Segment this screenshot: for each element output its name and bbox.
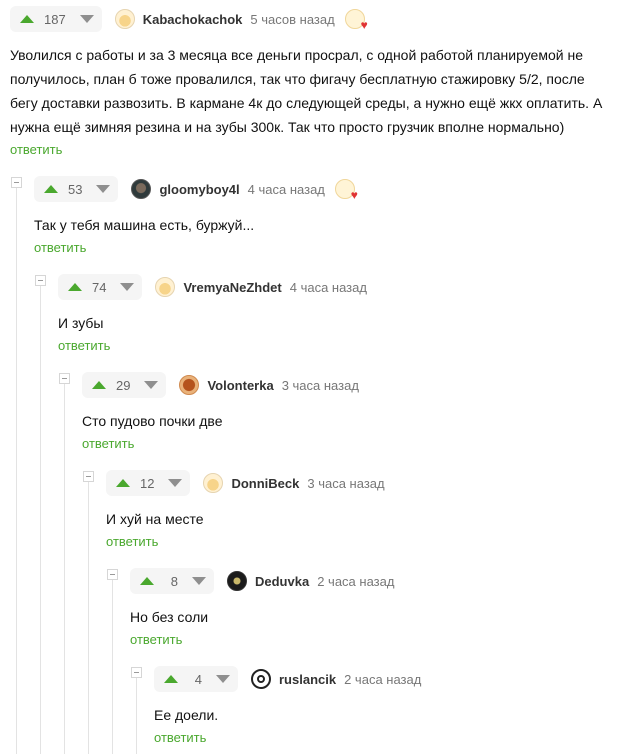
comment-text: Но без соли	[130, 609, 209, 625]
vote-widget: 12	[106, 470, 191, 496]
comment-text: Ее доели.	[154, 707, 219, 723]
comment-time[interactable]: 4 часа назад	[248, 182, 325, 197]
comment-header: 4 ruslancik 2 часа назад	[154, 666, 618, 692]
collapse-minus-icon[interactable]	[83, 471, 94, 482]
vote-widget: 29	[82, 372, 167, 398]
avatar[interactable]	[203, 473, 224, 493]
thread-line-2	[40, 286, 41, 754]
thread-line-1	[16, 188, 17, 754]
reply-link[interactable]: ответить	[10, 142, 62, 157]
comment-header: 8 Deduvka 2 часа назад	[130, 568, 618, 594]
vote-widget: 53	[34, 176, 119, 202]
avatar[interactable]	[179, 375, 200, 395]
arrow-down-icon[interactable]	[144, 381, 159, 389]
comment-text: И хуй на месте	[106, 511, 204, 527]
comment-text: Так у тебя машина есть, буржуй...	[34, 217, 255, 233]
comment-text: Уволился с работы и за 3 месяца все день…	[10, 47, 603, 135]
arrow-down-icon[interactable]	[120, 283, 135, 291]
reply-link[interactable]: ответить	[82, 436, 134, 451]
arrow-up-icon[interactable]	[92, 381, 106, 389]
comment: 4 ruslancik 2 часа назад Ее доели. ответ…	[154, 666, 618, 747]
avatar[interactable]	[251, 669, 271, 689]
collapse-minus-icon[interactable]	[59, 373, 70, 384]
arrow-up-icon[interactable]	[44, 185, 58, 193]
reply-link[interactable]: ответить	[106, 534, 158, 549]
username[interactable]: Kabachokachok	[143, 12, 243, 27]
comment-header: 187 Kabachokachok 5 часов назад ♥	[10, 6, 616, 32]
collapse-minus-icon[interactable]	[131, 667, 142, 678]
username[interactable]: VremyaNeZhdet	[183, 280, 281, 295]
arrow-down-icon[interactable]	[79, 15, 94, 23]
vote-widget: 4	[154, 666, 238, 692]
comment-score: 74	[92, 279, 107, 295]
comment: 53 gloomyboy4l 4 часа назад ♥ Так у тебя…	[34, 176, 614, 257]
vote-widget: 187	[10, 6, 102, 32]
comment: 12 DonniBeck 3 часа назад И хуй на месте…	[106, 470, 618, 551]
comment-score: 12	[140, 475, 155, 491]
arrow-up-icon[interactable]	[20, 15, 34, 23]
comment-time[interactable]: 5 часов назад	[250, 12, 334, 27]
arrow-down-icon[interactable]	[216, 675, 230, 683]
arrow-down-icon[interactable]	[192, 577, 206, 585]
comment: 29 Volonterka 3 часа назад Сто пудово по…	[82, 372, 618, 453]
avatar[interactable]	[227, 571, 247, 591]
comment-text: Сто пудово почки две	[82, 413, 223, 429]
arrow-up-icon[interactable]	[164, 675, 178, 683]
comment-score: 187	[44, 11, 66, 27]
comment-score: 29	[116, 377, 131, 393]
comment-time[interactable]: 3 часа назад	[282, 378, 359, 393]
arrow-up-icon[interactable]	[68, 283, 82, 291]
comment-time[interactable]: 2 часа назад	[344, 672, 421, 687]
thread-line-3	[64, 384, 65, 754]
comment-header: 74 VremyaNeZhdet 4 часа назад	[58, 274, 618, 300]
avatar[interactable]	[155, 277, 176, 297]
collapse-minus-icon[interactable]	[11, 177, 22, 188]
comment-score: 8	[170, 573, 178, 589]
comment-time[interactable]: 2 часа назад	[317, 574, 394, 589]
collapse-minus-icon[interactable]	[35, 275, 46, 286]
comment: 74 VremyaNeZhdet 4 часа назад И зубы отв…	[58, 274, 618, 355]
comment-text: И зубы	[58, 315, 104, 331]
thread-line-5	[112, 580, 113, 754]
avatar[interactable]	[131, 179, 152, 199]
comment-header: 12 DonniBeck 3 часа назад	[106, 470, 618, 496]
cake-heart-award-icon[interactable]: ♥	[334, 179, 358, 201]
arrow-up-icon[interactable]	[116, 479, 130, 487]
username[interactable]: DonniBeck	[231, 476, 299, 491]
comment-header: 29 Volonterka 3 часа назад	[82, 372, 618, 398]
comment-score: 53	[68, 181, 83, 197]
username[interactable]: Deduvka	[255, 574, 309, 589]
username[interactable]: gloomyboy4l	[159, 182, 239, 197]
username[interactable]: Volonterka	[207, 378, 273, 393]
thread-line-4	[88, 482, 89, 754]
comment: 8 Deduvka 2 часа назад Но без соли ответ…	[130, 568, 618, 649]
avatar[interactable]	[114, 9, 135, 29]
arrow-up-icon[interactable]	[140, 577, 154, 585]
reply-link[interactable]: ответить	[58, 338, 110, 353]
comment-score: 4	[194, 671, 202, 687]
comment-time[interactable]: 3 часа назад	[307, 476, 384, 491]
arrow-down-icon[interactable]	[96, 185, 111, 193]
reply-link[interactable]: ответить	[154, 730, 206, 745]
cake-heart-award-icon[interactable]: ♥	[344, 9, 368, 31]
reply-link[interactable]: ответить	[34, 240, 86, 255]
comment-header: 53 gloomyboy4l 4 часа назад ♥	[34, 176, 614, 202]
collapse-minus-icon[interactable]	[107, 569, 118, 580]
reply-link[interactable]: ответить	[130, 632, 182, 647]
vote-widget: 8	[130, 568, 214, 594]
vote-widget: 74	[58, 274, 143, 300]
arrow-down-icon[interactable]	[168, 479, 183, 487]
comment: 187 Kabachokachok 5 часов назад ♥ Уволил…	[10, 6, 616, 159]
username[interactable]: ruslancik	[279, 672, 336, 687]
thread-line-6	[136, 678, 137, 754]
comment-time[interactable]: 4 часа назад	[290, 280, 367, 295]
